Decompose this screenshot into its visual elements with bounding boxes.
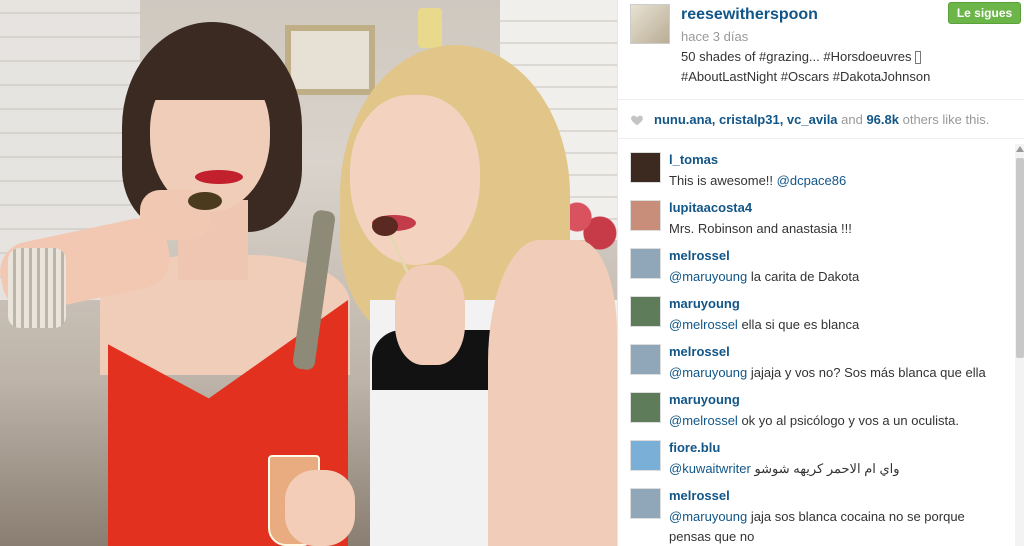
comment-mention[interactable]: @melrossel xyxy=(669,413,738,428)
photo-hors-doeuvre xyxy=(372,216,398,236)
comment-body: la carita de Dakota xyxy=(747,269,860,284)
comment-mention[interactable]: @melrossel xyxy=(669,317,738,332)
comment-avatar[interactable] xyxy=(630,248,661,279)
likes-bar: nunu.ana, cristalp31, vc_avila and 96.8k… xyxy=(618,101,1024,139)
comment-username[interactable]: fiore.blu xyxy=(669,440,720,455)
comment-avatar[interactable] xyxy=(630,344,661,375)
scroll-up-arrow-icon[interactable] xyxy=(1016,146,1024,152)
comment-item: maruyoung @melrossel ok yo al psicólogo … xyxy=(618,384,1013,432)
comment-username[interactable]: maruyoung xyxy=(669,392,740,407)
caption-line-1: 50 shades of #grazing... #Horsdoeuvres xyxy=(681,49,916,64)
photo-bracelets xyxy=(8,248,66,328)
comment-text: @maruyoung jajaja y vos no? Sos más blan… xyxy=(669,363,1004,383)
comment-mention[interactable]: @maruyoung xyxy=(669,509,747,524)
comment-username[interactable]: melrossel xyxy=(669,248,730,263)
comment-text: Mrs. Robinson and anastasia !!! xyxy=(669,219,1004,239)
comment-body: jajaja y vos no? Sos más blanca que ella xyxy=(747,365,986,380)
photo-woman-right-face xyxy=(350,95,480,265)
comment-item: melrossel @maruyoung jajaja y vos no? So… xyxy=(618,336,1013,384)
comment-item: lupitaacosta4 Mrs. Robinson and anastasi… xyxy=(618,192,1013,240)
author-avatar[interactable] xyxy=(630,4,670,44)
comment-mention[interactable]: @kuwaitwriter xyxy=(669,461,751,476)
comment-item: melrossel @maruyoung jaja sos blanca coc… xyxy=(618,480,1013,546)
comment-body: ella si que es blanca xyxy=(737,317,860,332)
comment-text: This is awesome!! @dcpace86 xyxy=(669,171,1004,191)
photo-woman-right-hand xyxy=(395,265,465,365)
post-header: reesewitherspoon hace 3 días 50 shades o… xyxy=(618,0,1024,100)
comment-avatar[interactable] xyxy=(630,392,661,423)
comment-body: ok yo al psicólogo y vos a un oculista. xyxy=(737,413,959,428)
comment-text: @maruyoung jaja sos blanca cocaina no se… xyxy=(669,507,1004,546)
comment-username[interactable]: melrossel xyxy=(669,488,730,503)
comment-username[interactable]: lupitaacosta4 xyxy=(669,200,752,215)
comment-avatar[interactable] xyxy=(630,440,661,471)
comment-item: fiore.blu @kuwaitwriter واي ام الاحمر كر… xyxy=(618,432,1013,480)
comment-item: melrossel @maruyoung la carita de Dakota xyxy=(618,240,1013,288)
photo-woman-left-bangs xyxy=(140,40,285,100)
likes-connector: and xyxy=(837,112,867,127)
likes-count[interactable]: 96.8k xyxy=(866,112,899,127)
comment-text: @melrossel ella si que es blanca xyxy=(669,315,1004,335)
comments-list: l_tomas This is awesome!! @dcpace86 lupi… xyxy=(618,144,1013,546)
comment-avatar[interactable] xyxy=(630,488,661,519)
comment-username[interactable]: melrossel xyxy=(669,344,730,359)
comment-mention[interactable]: @maruyoung xyxy=(669,365,747,380)
photo-hors-doeuvre-left xyxy=(188,192,222,210)
author-username[interactable]: reesewitherspoon xyxy=(681,6,818,24)
comment-avatar[interactable] xyxy=(630,152,661,183)
post-caption: 50 shades of #grazing... #Horsdoeuvres #… xyxy=(681,47,981,87)
caption-line-2: #AboutLastNight #Oscars #DakotaJohnson xyxy=(681,69,931,84)
photo-woman-right-arm xyxy=(488,240,617,546)
comment-body: This is awesome!! xyxy=(669,173,777,188)
likers-list[interactable]: nunu.ana, cristalp31, vc_avila xyxy=(654,112,838,127)
likes-summary: nunu.ana, cristalp31, vc_avila and 96.8k… xyxy=(654,112,989,127)
post-photo[interactable] xyxy=(0,0,617,546)
caption-glyph xyxy=(915,51,922,65)
comment-item: l_tomas This is awesome!! @dcpace86 xyxy=(618,144,1013,192)
comment-avatar[interactable] xyxy=(630,296,661,327)
heart-icon[interactable] xyxy=(630,113,644,127)
comment-mention[interactable]: @maruyoung xyxy=(669,269,747,284)
comment-text: @melrossel ok yo al psicólogo y vos a un… xyxy=(669,411,1004,431)
following-button[interactable]: Le sigues xyxy=(948,2,1021,24)
comment-text: @kuwaitwriter واي ام الاحمر كريهه شوشو xyxy=(669,459,1004,479)
post-sidebar: reesewitherspoon hace 3 días 50 shades o… xyxy=(617,0,1024,546)
comment-body: Mrs. Robinson and anastasia !!! xyxy=(669,221,852,236)
likes-suffix: others like this. xyxy=(899,112,990,127)
comment-body: واي ام الاحمر كريهه شوشو xyxy=(750,461,900,476)
photo-woman-left-lips xyxy=(195,170,243,184)
scroll-thumb[interactable] xyxy=(1016,158,1024,358)
photo-wall-frame xyxy=(285,25,375,95)
comment-username[interactable]: maruyoung xyxy=(669,296,740,311)
comment-text: @maruyoung la carita de Dakota xyxy=(669,267,1004,287)
comments-scrollbar[interactable] xyxy=(1015,144,1024,546)
comment-username[interactable]: l_tomas xyxy=(669,152,718,167)
photo-lamp xyxy=(418,8,442,48)
instagram-post-view: reesewitherspoon hace 3 días 50 shades o… xyxy=(0,0,1024,546)
photo-glass-hand xyxy=(285,470,355,546)
post-timestamp[interactable]: hace 3 días xyxy=(681,29,748,44)
comment-avatar[interactable] xyxy=(630,200,661,231)
comment-mention[interactable]: @dcpace86 xyxy=(777,173,847,188)
comment-item: maruyoung @melrossel ella si que es blan… xyxy=(618,288,1013,336)
